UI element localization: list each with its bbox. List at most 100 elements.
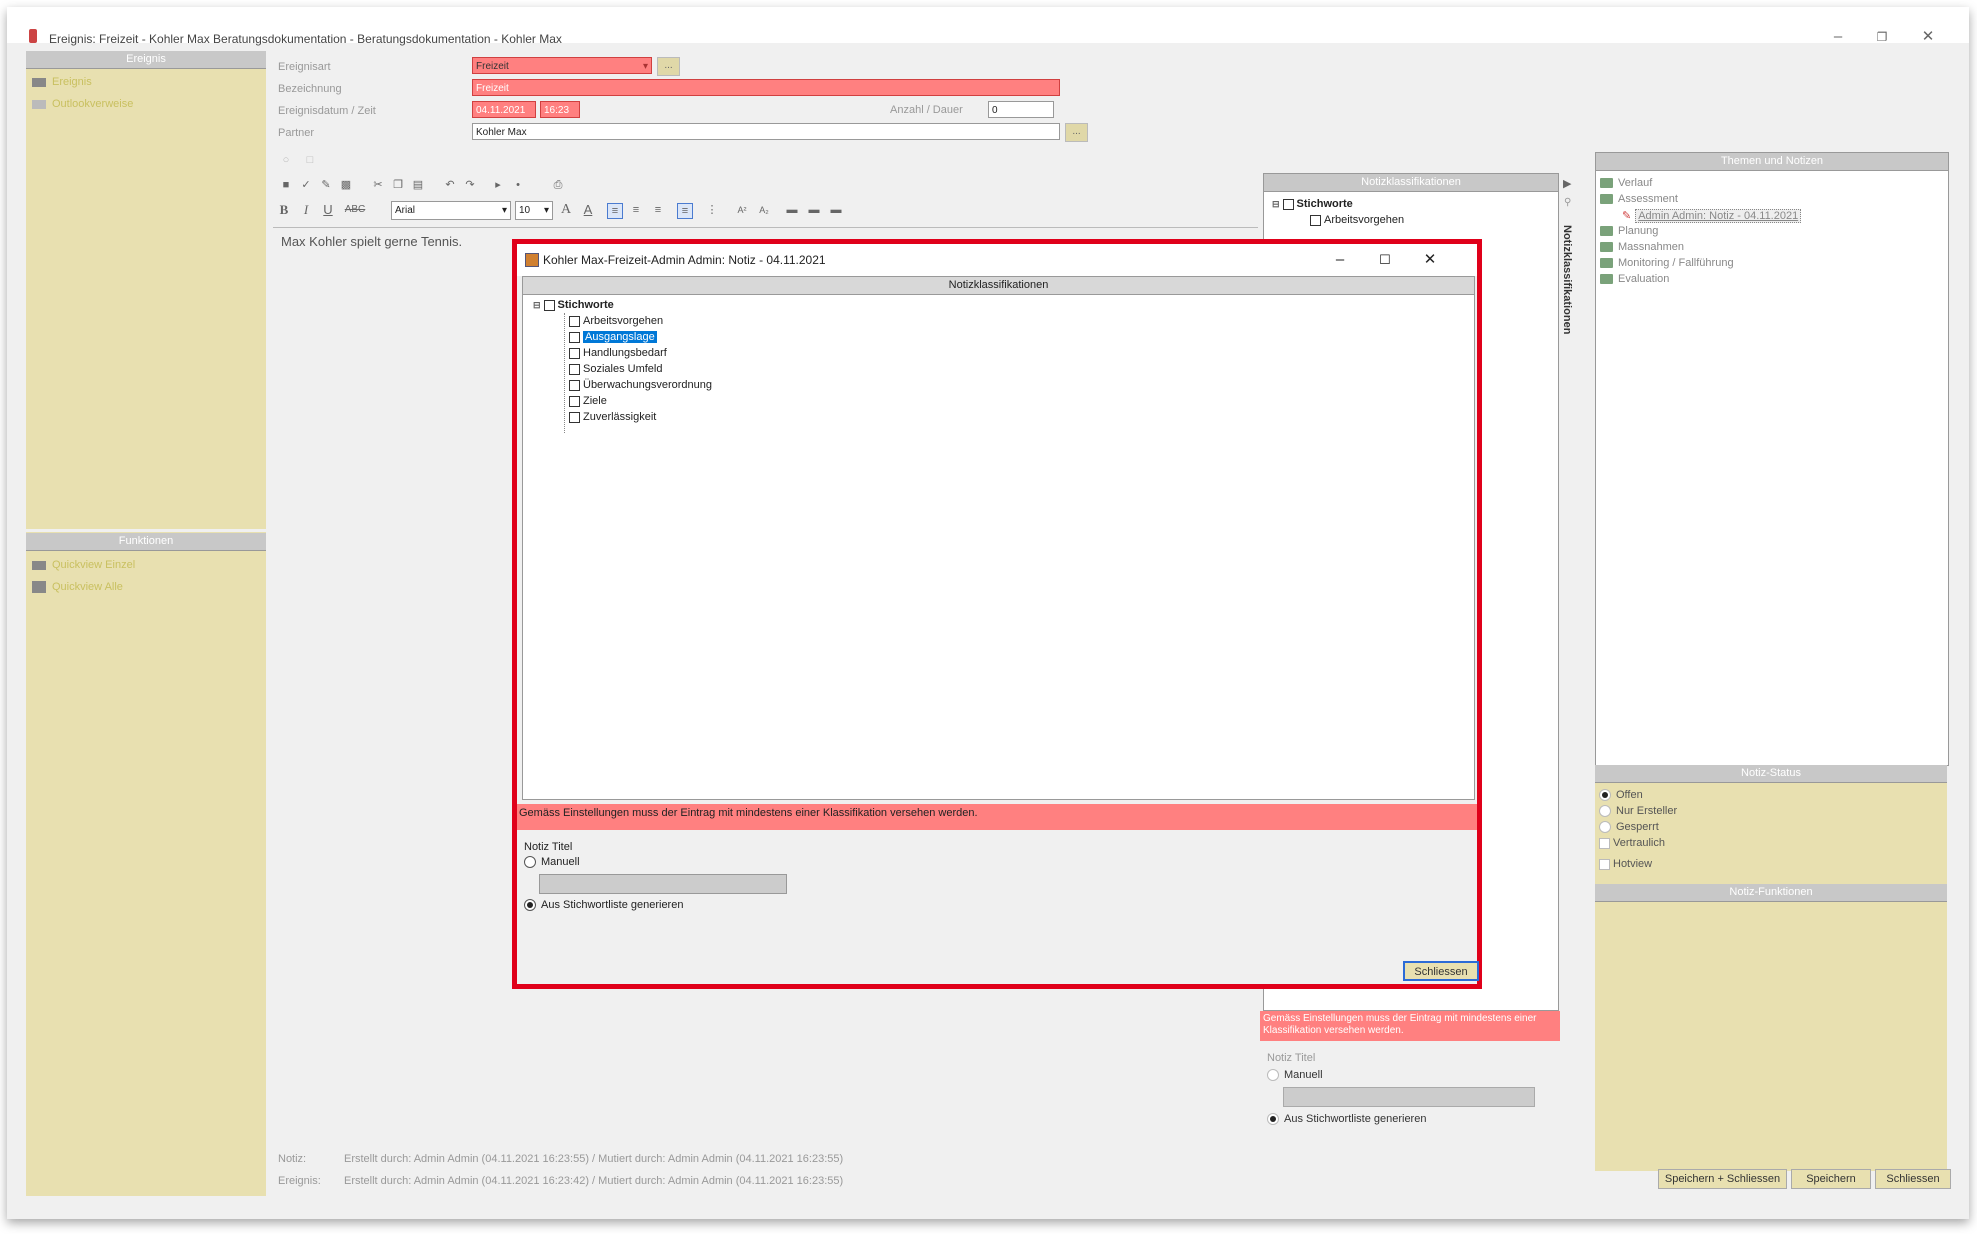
restore-button[interactable]: ❐ bbox=[1867, 25, 1897, 49]
checkbox[interactable] bbox=[543, 299, 555, 311]
document-icon[interactable]: □ bbox=[303, 153, 317, 167]
dialog-tree-root-stichworte[interactable]: ⊟ Stichworte bbox=[533, 299, 614, 311]
paste-icon[interactable]: ▤ bbox=[411, 178, 425, 192]
datum-label: Ereignisdatum / Zeit bbox=[278, 105, 376, 117]
dialog-tree-item-ausgangslage[interactable]: Ausgangslage bbox=[569, 331, 657, 343]
bullet-icon[interactable]: • bbox=[511, 178, 525, 192]
bullet-right-icon[interactable]: ▸ bbox=[491, 178, 505, 192]
themen-item-assessment[interactable]: Assessment bbox=[1600, 193, 1678, 205]
checkbox[interactable] bbox=[1282, 198, 1294, 210]
redo-icon[interactable]: ↷ bbox=[463, 178, 477, 192]
themen-item-evaluation[interactable]: Evaluation bbox=[1600, 273, 1669, 285]
print-icon[interactable]: ⎙ bbox=[551, 178, 565, 192]
checkbox[interactable] bbox=[569, 379, 580, 391]
font-select[interactable]: Arial ▾ bbox=[391, 201, 511, 220]
vertraulich-checkbox[interactable]: Vertraulich bbox=[1599, 837, 1665, 849]
notiz-title-input[interactable] bbox=[1283, 1087, 1535, 1107]
status-nur-ersteller-radio[interactable]: Nur Ersteller bbox=[1599, 805, 1677, 818]
save-button[interactable]: Speichern bbox=[1791, 1169, 1871, 1189]
dialog-close-button[interactable]: Schliessen bbox=[1403, 961, 1479, 981]
font-color-icon[interactable]: A bbox=[559, 203, 573, 217]
close-button[interactable]: Schliessen bbox=[1875, 1169, 1951, 1189]
minimize-button[interactable]: – bbox=[1823, 25, 1853, 49]
dialog-tree-item-ueberwachungsverordnung[interactable]: Überwachungsverordnung bbox=[569, 379, 712, 391]
anzahl-input[interactable]: 0 bbox=[988, 101, 1054, 118]
cut-icon[interactable]: ✂ bbox=[371, 178, 385, 192]
checkbox[interactable] bbox=[569, 331, 580, 343]
spellcheck-icon[interactable]: ✓ bbox=[299, 178, 313, 192]
format-icon[interactable]: ▩ bbox=[339, 178, 353, 192]
dialog-tree-item-soziales-umfeld[interactable]: Soziales Umfeld bbox=[569, 363, 662, 375]
dialog-close-icon[interactable]: ✕ bbox=[1415, 248, 1445, 272]
bezeichnung-input[interactable]: Freizeit bbox=[472, 79, 1060, 96]
notiz-manuell-radio[interactable]: Manuell bbox=[1267, 1069, 1323, 1082]
themen-item-note[interactable]: ✎ Admin Admin: Notiz - 04.11.2021 bbox=[1622, 209, 1802, 223]
font-size-select[interactable]: 10 ▾ bbox=[515, 201, 553, 220]
highlight-icon[interactable]: A bbox=[581, 203, 595, 217]
checkbox[interactable] bbox=[569, 411, 580, 423]
checkbox[interactable] bbox=[1310, 214, 1321, 226]
comment-icon[interactable]: ○ bbox=[279, 153, 293, 167]
zeit-input[interactable]: 16:23 bbox=[540, 101, 580, 118]
dialog-tree-item-ziele[interactable]: Ziele bbox=[569, 395, 607, 407]
themen-item-monitoring[interactable]: Monitoring / Fallführung bbox=[1600, 257, 1734, 269]
notiz-generate-radio[interactable]: Aus Stichwortliste generieren bbox=[1267, 1113, 1426, 1126]
checkbox[interactable] bbox=[569, 315, 580, 327]
themen-item-planung[interactable]: Planung bbox=[1600, 225, 1658, 237]
list-icon[interactable]: ⋮ bbox=[705, 203, 719, 217]
align-left-icon[interactable]: ≡ bbox=[607, 203, 623, 219]
save-icon[interactable]: ■ bbox=[279, 178, 293, 192]
italic-button[interactable]: I bbox=[299, 203, 313, 217]
dialog-generate-radio[interactable]: Aus Stichwortliste generieren bbox=[524, 899, 683, 912]
subscript-icon[interactable]: A₂ bbox=[757, 203, 771, 217]
bold-button[interactable]: B bbox=[277, 203, 291, 217]
line-icon[interactable]: ▬ bbox=[807, 203, 821, 217]
function-quickview-einzel[interactable]: Quickview Einzel bbox=[32, 559, 135, 571]
line-icon[interactable]: ▬ bbox=[785, 203, 799, 217]
align-right-icon[interactable]: ≡ bbox=[651, 203, 665, 217]
themen-item-massnahmen[interactable]: Massnahmen bbox=[1600, 241, 1684, 253]
edit-icon[interactable]: ✎ bbox=[319, 178, 333, 192]
pin-icon[interactable]: ⚲ bbox=[1564, 197, 1571, 208]
strikethrough-button[interactable]: ABC bbox=[343, 203, 367, 217]
checkbox[interactable] bbox=[569, 363, 580, 375]
dialog-maximize-button[interactable]: ☐ bbox=[1370, 248, 1400, 272]
notiz-panel-header: Notizklassifikationen bbox=[1264, 174, 1558, 192]
dialog-tree-item-handlungsbedarf[interactable]: Handlungsbedarf bbox=[569, 347, 667, 359]
justify-icon[interactable]: ≡ bbox=[677, 203, 693, 219]
ereignisart-select[interactable]: Freizeit ▾ bbox=[472, 57, 652, 74]
collapse-icon[interactable]: ⊟ bbox=[533, 300, 541, 310]
status-gesperrt-radio[interactable]: Gesperrt bbox=[1599, 821, 1659, 834]
tree-root-stichworte[interactable]: ⊟ Stichworte bbox=[1272, 198, 1353, 210]
dialog-tree-item-zuverlaessigkeit[interactable]: Zuverlässigkeit bbox=[569, 411, 656, 423]
nav-item-outlookverweise[interactable]: Outlookverweise bbox=[32, 98, 133, 110]
datum-input[interactable]: 04.11.2021 bbox=[472, 101, 536, 118]
collapse-icon[interactable]: ⊟ bbox=[1272, 199, 1280, 209]
checkbox[interactable] bbox=[569, 347, 580, 359]
function-quickview-alle[interactable]: Quickview Alle bbox=[32, 581, 123, 594]
tree-item-arbeitsvorgehen[interactable]: Arbeitsvorgehen bbox=[1310, 214, 1404, 226]
expand-arrow-icon[interactable]: ▶ bbox=[1563, 177, 1571, 190]
themen-item-verlauf[interactable]: Verlauf bbox=[1600, 177, 1652, 189]
vertical-tab-notizklassifikationen[interactable]: Notizklassifikationen bbox=[1561, 225, 1573, 334]
status-offen-radio[interactable]: Offen bbox=[1599, 789, 1643, 802]
partner-input[interactable]: Kohler Max bbox=[472, 123, 1060, 140]
close-window-button[interactable]: ✕ bbox=[1913, 25, 1943, 49]
save-and-close-button[interactable]: Speichern + Schliessen bbox=[1658, 1169, 1787, 1189]
themen-panel: Themen und Notizen Verlauf Assessment ✎ A… bbox=[1595, 152, 1949, 766]
align-center-icon[interactable]: ≡ bbox=[629, 203, 643, 217]
copy-icon[interactable]: ❐ bbox=[391, 178, 405, 192]
dialog-minimize-button[interactable]: – bbox=[1325, 248, 1355, 272]
ereignisart-browse-button[interactable]: ... bbox=[657, 57, 680, 76]
dialog-manuell-radio[interactable]: Manuell bbox=[524, 856, 580, 869]
checkbox[interactable] bbox=[569, 395, 580, 407]
partner-browse-button[interactable]: ... bbox=[1065, 123, 1088, 142]
underline-button[interactable]: U bbox=[321, 203, 335, 217]
undo-icon[interactable]: ↶ bbox=[443, 178, 457, 192]
line-icon[interactable]: ▬ bbox=[829, 203, 843, 217]
superscript-icon[interactable]: A² bbox=[735, 203, 749, 217]
dialog-tree-item-arbeitsvorgehen[interactable]: Arbeitsvorgehen bbox=[569, 315, 663, 327]
hotview-checkbox[interactable]: Hotview bbox=[1599, 858, 1652, 870]
dialog-title-input[interactable] bbox=[539, 874, 787, 894]
nav-item-ereignis[interactable]: Ereignis bbox=[32, 76, 92, 88]
